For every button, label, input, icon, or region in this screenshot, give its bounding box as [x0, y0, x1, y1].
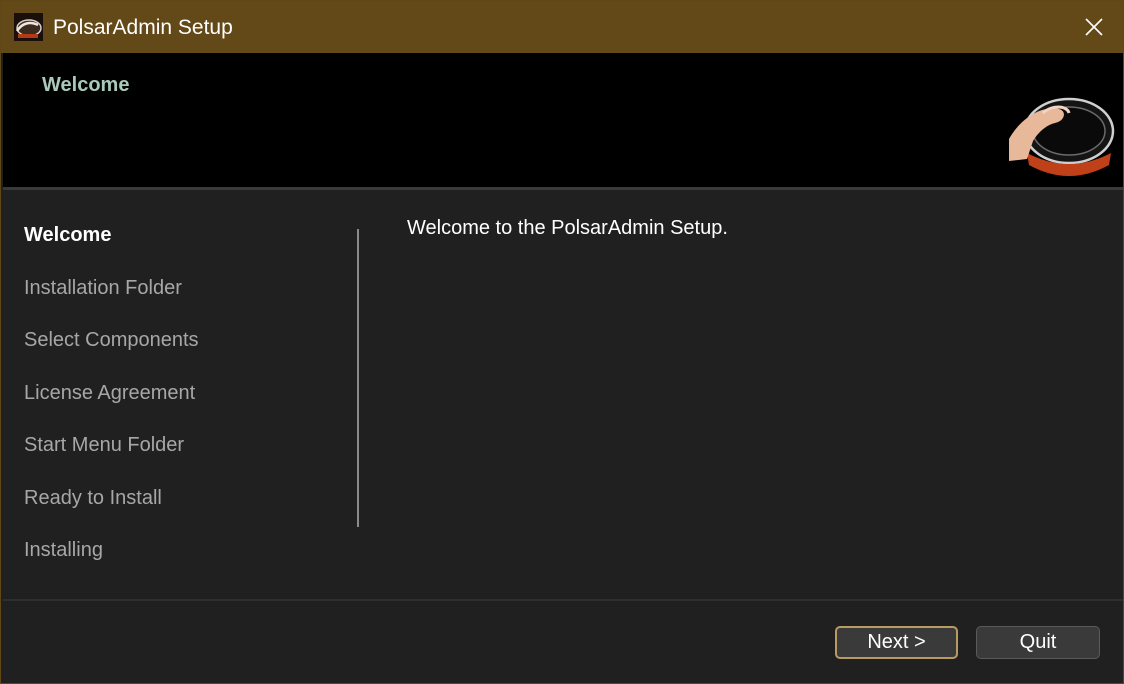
steps-divider: [357, 229, 359, 527]
step-ready-to-install: Ready to Install: [24, 486, 162, 509]
step-license-agreement: License Agreement: [24, 381, 196, 404]
close-button[interactable]: [1065, 1, 1123, 53]
step-start-menu-folder: Start Menu Folder: [24, 434, 185, 456]
header-banner: Welcome: [3, 53, 1123, 187]
close-icon: [1085, 18, 1103, 36]
steps-list: Welcome Installation Folder Select Compo…: [24, 209, 199, 577]
hand-device-logo: [1009, 97, 1115, 176]
step-welcome: Welcome: [24, 224, 112, 246]
next-button[interactable]: Next >: [835, 626, 958, 659]
step-installing: Installing: [24, 539, 103, 561]
footer-separator: [3, 599, 1123, 601]
title-bar[interactable]: PolsarAdmin Setup: [1, 1, 1123, 53]
step-select-components: Select Components: [24, 329, 199, 351]
setup-window: PolsarAdmin Setup Welcome Welcome Instal…: [0, 0, 1124, 684]
quit-button[interactable]: Quit: [976, 626, 1100, 659]
banner-separator: [3, 187, 1123, 190]
step-installation-folder: Installation Folder: [24, 276, 182, 299]
window-title: PolsarAdmin Setup: [53, 16, 233, 39]
welcome-message: Welcome to the PolsarAdmin Setup.: [407, 217, 728, 239]
app-icon: [14, 13, 43, 41]
banner-title: Welcome: [42, 74, 130, 96]
